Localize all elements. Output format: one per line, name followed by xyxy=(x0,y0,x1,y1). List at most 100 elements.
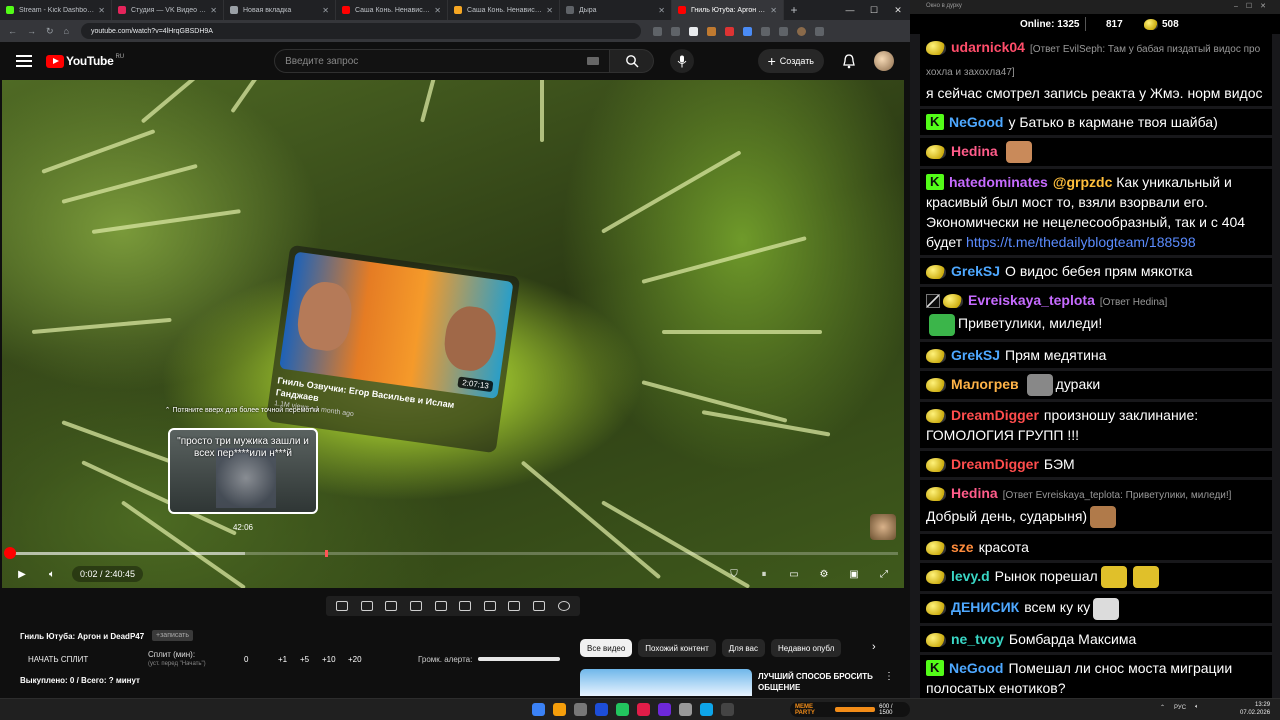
extension-icon[interactable] xyxy=(742,26,752,36)
bookmark-star-icon[interactable] xyxy=(688,26,698,36)
meme-party-widget[interactable]: MEME PARTY 600 / 1500 xyxy=(790,702,910,717)
create-button[interactable]: + Создать xyxy=(757,49,824,73)
close-tab-icon[interactable]: ✕ xyxy=(658,6,665,15)
start-icon[interactable] xyxy=(532,703,545,716)
url-field[interactable]: youtube.com/watch?v=4lHrqGBSDH9A xyxy=(80,23,641,39)
new-tab-button[interactable]: + xyxy=(784,3,804,17)
chat-username[interactable]: levy.d xyxy=(951,568,990,584)
window-controls-icon[interactable]: –☐✕ xyxy=(1234,2,1274,10)
browser-tab[interactable]: Саша Конь. Ненависть к Стр✕ xyxy=(336,0,448,20)
chat-username[interactable]: ne_tvoy xyxy=(951,631,1004,647)
minimize-icon[interactable]: — xyxy=(838,5,862,16)
browser-tab[interactable]: Stream - Kick Dashboard ✕ xyxy=(0,0,112,20)
avatar[interactable] xyxy=(874,51,894,71)
app-icon[interactable] xyxy=(679,703,692,716)
chat-username[interactable]: DreamDigger xyxy=(951,456,1039,472)
spotify-icon[interactable] xyxy=(616,703,629,716)
pause-autoplay-icon[interactable]: ⏸ xyxy=(756,567,772,581)
pip-icon[interactable] xyxy=(410,601,423,611)
app-icon[interactable] xyxy=(721,703,734,716)
chat-username[interactable]: Малогрев xyxy=(951,376,1019,392)
chip-recent[interactable]: Недавно опубл xyxy=(771,639,842,657)
chat-username[interactable]: GrekSJ xyxy=(951,263,1000,279)
notifications-bell-icon[interactable] xyxy=(842,53,856,69)
hamburger-menu-icon[interactable] xyxy=(16,55,32,67)
miniplayer-icon[interactable]: ▣ xyxy=(846,567,862,581)
chip-similar[interactable]: Похожий контент xyxy=(638,639,716,657)
reload-icon[interactable]: ↻ xyxy=(46,26,54,37)
search-button[interactable] xyxy=(610,49,655,73)
fullscreen-icon[interactable]: ⤢ xyxy=(876,567,892,581)
increment-button[interactable]: +10 xyxy=(322,655,336,664)
chat-username[interactable]: Hedina xyxy=(951,143,998,159)
add-icon[interactable] xyxy=(483,601,496,611)
language-indicator[interactable]: РУС xyxy=(1174,705,1186,711)
broadcast-icon[interactable] xyxy=(360,601,373,611)
camera-icon[interactable] xyxy=(508,601,521,611)
menu-icon[interactable] xyxy=(814,26,824,36)
progress-bar[interactable] xyxy=(4,547,898,559)
youtube-logo[interactable]: YouTube RU xyxy=(46,54,124,68)
settings-gear-icon[interactable]: ⚙ xyxy=(816,567,832,581)
app-icon[interactable] xyxy=(658,703,671,716)
chevron-up-icon[interactable]: ⌃ xyxy=(1160,704,1165,711)
cast-icon[interactable] xyxy=(670,26,680,36)
close-tab-icon[interactable]: ✕ xyxy=(434,6,441,15)
clock[interactable]: 13:29 07.02.2026 xyxy=(1240,701,1270,717)
voice-search-button[interactable] xyxy=(670,49,695,73)
play-icon[interactable]: ▶ xyxy=(14,567,30,581)
speaker-icon[interactable]: 🔈︎ xyxy=(1195,704,1199,711)
alert-volume-slider[interactable] xyxy=(478,657,560,661)
back-icon[interactable]: ← xyxy=(8,26,17,36)
extension-icon[interactable] xyxy=(724,26,734,36)
channel-watermark[interactable] xyxy=(870,514,896,540)
browser-tab[interactable]: Саша Конь. Ненависть к Стр✕ xyxy=(448,0,560,20)
close-tab-icon[interactable]: ✕ xyxy=(210,6,217,15)
recommendation-thumbnail[interactable] xyxy=(580,669,752,696)
maximize-icon[interactable]: ☐ xyxy=(862,5,886,16)
chrome-icon[interactable] xyxy=(553,703,566,716)
app-icon[interactable] xyxy=(637,703,650,716)
volume-icon[interactable]: 🔈︎ xyxy=(44,567,60,581)
browser-tab[interactable]: Студия — VK Видео Live ✕ xyxy=(112,0,224,20)
download-icon[interactable] xyxy=(778,26,788,36)
record-badge[interactable]: +записать xyxy=(152,630,193,641)
increment-button[interactable]: +1 xyxy=(278,655,287,664)
mention[interactable]: @grpzdc xyxy=(1053,174,1113,190)
speed-icon[interactable] xyxy=(459,601,472,611)
frames-icon[interactable] xyxy=(434,601,447,611)
subtitles-icon[interactable]: ▭ xyxy=(786,567,802,581)
extension-icon[interactable] xyxy=(706,26,716,36)
chat-username[interactable]: DreamDigger xyxy=(951,407,1039,423)
chat-username[interactable]: NeGood xyxy=(949,114,1003,130)
video-player[interactable]: 2:07:13 Гниль Озвучки: Егор Васильев и И… xyxy=(2,80,904,588)
close-tab-icon[interactable]: ✕ xyxy=(322,6,329,15)
close-tab-icon[interactable]: ✕ xyxy=(546,6,553,15)
suggested-video-card[interactable]: 2:07:13 Гниль Озвучки: Егор Васильев и И… xyxy=(265,244,521,454)
browser-tab[interactable]: Гниль Ютуба: Аргон и DeadP47✕ xyxy=(672,0,784,20)
chat-username[interactable]: Hedina xyxy=(951,485,998,501)
gear-icon[interactable] xyxy=(557,601,570,611)
scrubber-handle[interactable] xyxy=(4,547,17,559)
puzzle-icon[interactable] xyxy=(760,26,770,36)
more-vert-icon[interactable]: ⋮ xyxy=(884,671,894,682)
search-input[interactable]: Введите запрос xyxy=(274,49,611,73)
telegram-icon[interactable] xyxy=(700,703,713,716)
increment-button[interactable]: +5 xyxy=(300,655,309,664)
increment-button[interactable]: +20 xyxy=(348,655,362,664)
home-icon[interactable]: ⌂ xyxy=(64,26,69,36)
explorer-icon[interactable] xyxy=(574,703,587,716)
chat-username[interactable]: Evreiskaya_teplota xyxy=(968,292,1095,308)
keyboard-icon[interactable] xyxy=(587,57,600,65)
close-icon[interactable]: ✕ xyxy=(886,5,910,16)
chip-all-videos[interactable]: Все видео xyxy=(580,639,633,657)
forward-icon[interactable]: → xyxy=(27,26,36,36)
browser-tab[interactable]: Дыра ✕ xyxy=(560,0,672,20)
loop-icon[interactable] xyxy=(336,601,349,611)
chat-username[interactable]: GrekSJ xyxy=(951,347,1000,363)
chevron-right-icon[interactable]: › xyxy=(872,641,876,653)
chip-for-you[interactable]: Для вас xyxy=(721,639,765,657)
chat-username[interactable]: ДЕНИСИК xyxy=(951,599,1019,615)
recommendation-title[interactable]: ЛУЧШИЙ СПОСОБ БРОСИТЬ ОБЩЕНИЕ xyxy=(758,671,878,693)
chat-link[interactable]: https://t.me/thedailyblogteam/188598 xyxy=(966,234,1196,250)
